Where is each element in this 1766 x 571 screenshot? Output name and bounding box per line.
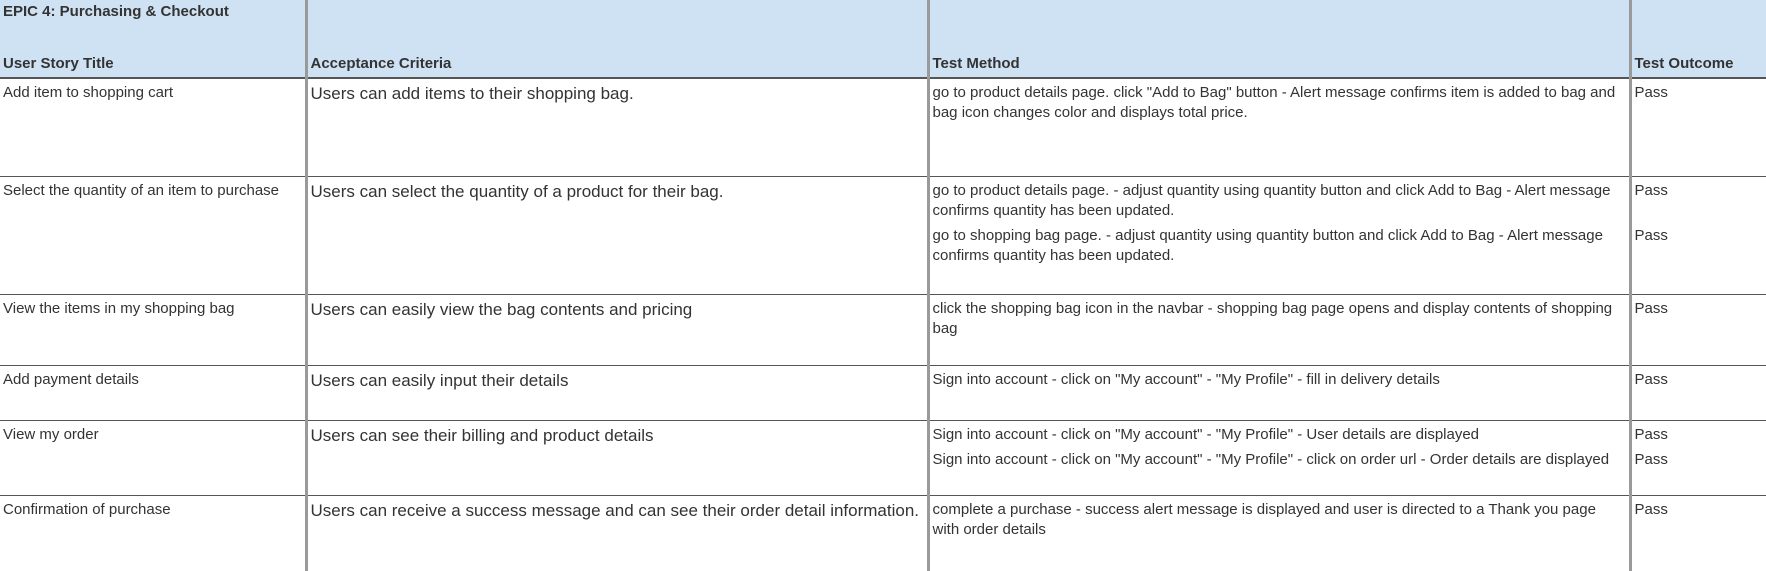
epic-title: EPIC 4: Purchasing & Checkout [3, 3, 229, 20]
test-method: go to shopping bag page. - adjust quanti… [932, 226, 1603, 264]
user-story-title-cell: Add item to shopping cart [0, 78, 306, 177]
table-row: View my order Users can see their billing… [0, 420, 1766, 496]
user-story-title-cell: Select the quantity of an item to purcha… [0, 176, 306, 295]
table-row: Add payment details Users can easily inpu… [0, 365, 1766, 421]
test-method: Sign into account - click on "My account… [932, 370, 1440, 388]
test-method: Sign into account - click on "My account… [932, 425, 1480, 443]
acceptance-criteria-cell: Users can easily view the bag contents a… [304, 294, 928, 366]
header-row: EPIC 4: Purchasing & Checkout User Story… [0, 0, 1766, 79]
header-test-outcome: Test Outcome [1628, 0, 1766, 79]
test-outcome: Pass [1634, 425, 1668, 443]
table-row: Add item to shopping cart Users can add i… [0, 78, 1766, 177]
test-outcome-cell: Pass [1628, 294, 1766, 366]
test-method-cell: complete a purchase - success alert mess… [926, 495, 1630, 571]
test-outcome-cell: Pass [1628, 365, 1766, 421]
acceptance-criteria-cell: Users can add items to their shopping ba… [304, 78, 928, 177]
test-method-cell: Sign into account - click on "My account… [926, 365, 1630, 421]
test-outcome: Pass [1634, 181, 1668, 199]
user-story-title-cell: View the items in my shopping bag [0, 294, 306, 366]
test-outcome: Pass [1634, 84, 1668, 101]
test-method: go to product details page. click "Add t… [932, 84, 1616, 121]
column-header: Acceptance Criteria [310, 55, 452, 72]
acceptance-criteria-cell: Users can see their billing and product … [304, 420, 928, 496]
column-header: Test Method [932, 55, 1020, 72]
header-test-method: Test Method [926, 0, 1630, 79]
test-outcome-cell: Pass Pass [1628, 420, 1766, 496]
acceptance-criteria-cell: Users can easily input their details [304, 365, 928, 421]
column-header: Test Outcome [1634, 55, 1734, 72]
user-story-test-table: EPIC 4: Purchasing & Checkout User Story… [0, 0, 1766, 571]
test-outcome: Pass [1634, 226, 1668, 244]
test-method: complete a purchase - success alert mess… [932, 500, 1596, 538]
test-method: Sign into account - click on "My account… [932, 450, 1610, 468]
user-story-title-cell: Confirmation of purchase [3, 500, 171, 518]
test-method-cell: Sign into account - click on "My account… [926, 420, 1630, 496]
test-method: go to product details page. - adjust qua… [932, 181, 1611, 219]
header-acceptance-criteria: Acceptance Criteria [304, 0, 928, 79]
user-story-title-cell: View my order [0, 420, 306, 496]
acceptance-criteria-cell: Users can receive a success message and … [304, 495, 928, 571]
acceptance-criteria-cell: Users can select the quantity of a produ… [304, 176, 928, 295]
user-story-title-cell: Add payment details [0, 365, 306, 421]
test-outcome: Pass [1634, 299, 1668, 317]
table-row: Select the quantity of an item to purcha… [0, 176, 1766, 295]
test-method-cell: click the shopping bag icon in the navba… [926, 294, 1630, 366]
column-header: User Story Title [3, 55, 114, 72]
test-method-cell: go to product details page. click "Add t… [926, 78, 1630, 177]
test-outcome: Pass [1634, 370, 1668, 388]
test-method-cell: go to product details page. - adjust qua… [926, 176, 1630, 295]
header-user-story-title: EPIC 4: Purchasing & Checkout User Story… [0, 0, 306, 79]
test-outcome-cell: Pass Pass [1628, 176, 1766, 295]
test-method: click the shopping bag icon in the navba… [932, 299, 1613, 337]
test-outcome-cell: Pass [1628, 78, 1766, 177]
test-outcome: Pass [1634, 450, 1668, 468]
table-row: View the items in my shopping bag Users c… [0, 294, 1766, 366]
test-outcome: Pass [1634, 500, 1668, 518]
test-outcome-cell: Pass [1628, 495, 1766, 571]
table-row: Confirmation of purchase Users can receiv… [0, 495, 1766, 571]
